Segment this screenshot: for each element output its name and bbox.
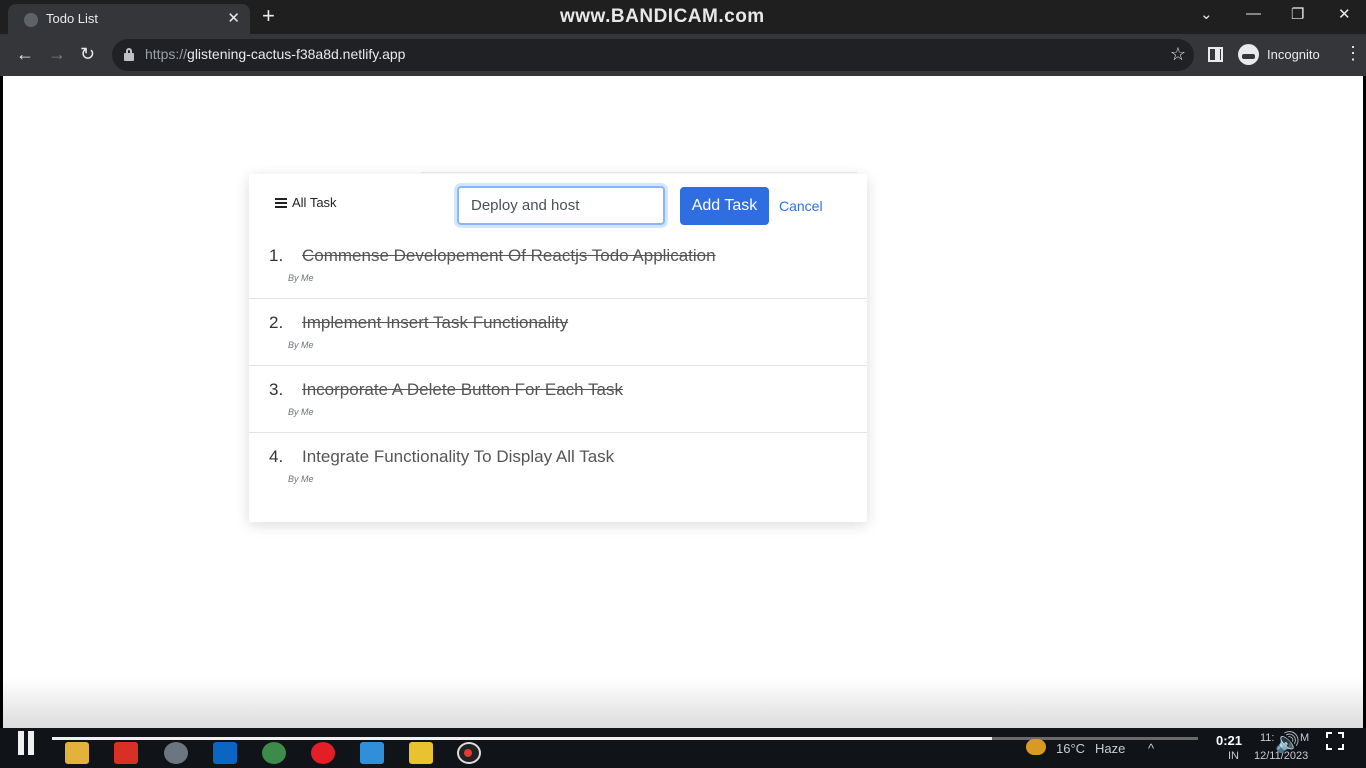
weather-icon[interactable] (1026, 739, 1046, 755)
new-tab-button[interactable]: + (262, 4, 275, 28)
seek-bar-progress (52, 737, 992, 740)
close-window-button[interactable]: ✕ (1338, 5, 1351, 23)
globe-icon (24, 13, 38, 27)
playback-time: 0:21 (1216, 733, 1243, 748)
task-number: 2. (269, 313, 284, 332)
gmail-icon[interactable] (114, 742, 138, 764)
task-text[interactable]: Implement Insert Task Functionality (302, 313, 568, 333)
incognito-label[interactable]: Incognito (1267, 47, 1320, 62)
bandicam-record-icon[interactable] (457, 742, 481, 764)
incognito-icon[interactable] (1238, 44, 1259, 65)
task-text[interactable]: Commense Developement Of Reactjs Todo Ap… (302, 246, 716, 266)
clock-time[interactable]: 11: (1260, 732, 1274, 744)
lock-icon[interactable] (124, 48, 134, 61)
pause-icon[interactable] (18, 731, 36, 757)
task-author: By Me (288, 474, 314, 484)
menu-icon[interactable]: ⋮ (1344, 43, 1362, 64)
vscode-icon[interactable] (360, 742, 384, 764)
page-bottom-fade (3, 678, 1363, 728)
restore-button[interactable]: ❐ (1291, 5, 1304, 23)
task-text[interactable]: Incorporate A Delete Button For Each Tas… (302, 380, 623, 400)
browser-toolbar: ← → ↻ https://glistening-cactus-f38a8d.n… (0, 34, 1366, 76)
task-input[interactable] (457, 186, 665, 225)
task-number: 1. (269, 246, 284, 265)
task-item[interactable]: 4. Integrate Functionality To Display Al… (249, 433, 867, 500)
url-text: https://glistening-cactus-f38a8d.netlify… (145, 46, 406, 62)
reload-button[interactable]: ↻ (80, 43, 95, 65)
clock-suffix: M (1300, 732, 1310, 744)
browser-tab[interactable]: Todo List ✕ (8, 4, 250, 34)
page-content: All Task Add Task Cancel 1. Commense Dev… (3, 76, 1363, 728)
forward-button[interactable]: → (48, 43, 66, 65)
all-task-label: All Task (292, 195, 337, 210)
bandicam-watermark: www.BANDICAM.com (560, 6, 765, 27)
todo-card: All Task Add Task Cancel 1. Commense Dev… (249, 172, 867, 522)
chrome-dev-icon[interactable] (164, 742, 188, 764)
tab-title: Todo List (46, 11, 99, 26)
all-task-button[interactable]: All Task (275, 195, 337, 210)
weather-temp[interactable]: 16°C (1056, 741, 1085, 756)
fullscreen-icon[interactable] (1326, 732, 1344, 750)
back-button[interactable]: ← (16, 43, 34, 65)
sticky-notes-icon[interactable] (409, 742, 433, 764)
linkedin-icon[interactable] (213, 742, 237, 764)
address-bar[interactable]: https://glistening-cactus-f38a8d.netlify… (112, 39, 1194, 71)
bookmark-star-icon[interactable]: ☆ (1170, 44, 1186, 65)
minimize-button[interactable]: — (1246, 5, 1261, 22)
add-task-button[interactable]: Add Task (680, 187, 769, 225)
browser-tab-bar: Todo List ✕ + www.BANDICAM.com ⌄ — ❐ ✕ (0, 0, 1366, 34)
side-panel-icon[interactable] (1208, 47, 1223, 62)
close-tab-icon[interactable]: ✕ (227, 9, 240, 27)
chevron-down-icon[interactable]: ⌄ (1200, 5, 1213, 23)
taskbar: 16°C Haze ^ IN 0:21 11: M 12/11/2023 🔊 (0, 728, 1366, 768)
list-icon (275, 197, 287, 208)
task-item[interactable]: 3. Incorporate A Delete Button For Each … (249, 366, 867, 433)
task-item[interactable]: 1. Commense Developement Of Reactjs Todo… (249, 232, 867, 299)
task-author: By Me (288, 273, 314, 283)
task-number: 4. (269, 447, 284, 466)
task-number: 3. (269, 380, 284, 399)
tray-chevron-icon[interactable]: ^ (1148, 741, 1154, 756)
task-author: By Me (288, 407, 314, 417)
card-divider (421, 172, 857, 173)
task-item[interactable]: 2. Implement Insert Task Functionality B… (249, 299, 867, 366)
language-indicator[interactable]: IN (1228, 750, 1239, 762)
weather-desc[interactable]: Haze (1095, 741, 1125, 756)
cancel-link[interactable]: Cancel (779, 198, 823, 214)
seek-bar[interactable] (52, 737, 1198, 740)
opera-icon[interactable] (311, 742, 335, 764)
file-explorer-icon[interactable] (65, 742, 89, 764)
task-author: By Me (288, 340, 314, 350)
volume-icon[interactable]: 🔊 (1275, 730, 1300, 755)
chrome-icon[interactable] (262, 742, 286, 764)
task-text[interactable]: Integrate Functionality To Display All T… (302, 447, 614, 467)
